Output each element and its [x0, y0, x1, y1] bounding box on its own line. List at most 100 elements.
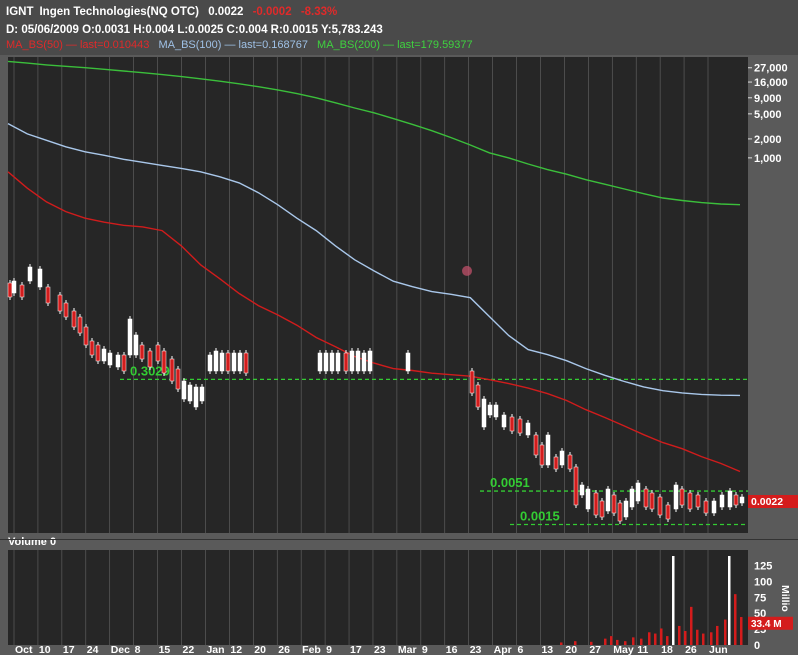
price-bar — [665, 504, 671, 520]
x-tick-label: Feb — [302, 644, 321, 655]
price-bar — [605, 488, 611, 512]
ma-marker — [462, 265, 472, 276]
price-bar — [567, 454, 573, 470]
price-bar — [7, 282, 13, 298]
x-tick-label: Apr — [494, 644, 512, 655]
price-bar — [213, 350, 219, 372]
volume-bar — [740, 617, 743, 645]
volume-bar — [632, 637, 635, 645]
price-change: -0.0002 — [252, 6, 292, 18]
price-bar — [727, 490, 733, 508]
price-bar — [329, 352, 335, 372]
volume-bar — [710, 632, 713, 645]
price-bar — [343, 352, 349, 372]
price-bar — [77, 316, 83, 334]
x-tick-label: 26 — [685, 644, 697, 655]
x-tick-label: Jan — [206, 644, 224, 655]
price-bar — [559, 450, 565, 466]
price-bar — [405, 352, 411, 372]
price-change-pct: -8.33% — [300, 6, 338, 18]
volume-unit-label: Millio — [779, 585, 791, 612]
price-bar — [687, 492, 693, 510]
volume-tick-label: 0 — [754, 640, 760, 652]
x-tick-label: Oct — [15, 644, 33, 655]
price-bar — [361, 352, 367, 372]
x-tick-label: 9 — [326, 644, 332, 655]
price-bar — [19, 284, 25, 298]
volume-bar — [678, 625, 681, 645]
volume-bar — [616, 639, 619, 645]
price-bar — [27, 266, 33, 282]
price-bar — [187, 384, 193, 402]
price-bar — [533, 434, 539, 456]
price-bar — [657, 496, 663, 516]
ma100-legend: MA_BS(100) — last=0.168767 — [158, 39, 308, 51]
price-bar — [525, 422, 531, 436]
price-bar — [739, 496, 745, 504]
price-bar — [63, 302, 69, 318]
volume-bar — [672, 556, 675, 645]
x-tick-label: 6 — [518, 644, 524, 655]
volume-bar — [690, 606, 693, 645]
price-bar — [95, 344, 101, 362]
price-bar — [139, 344, 145, 360]
price-bar — [545, 434, 551, 466]
x-tick-label: 12 — [230, 644, 242, 655]
price-bar — [237, 352, 243, 372]
x-tick-label: 27 — [589, 644, 601, 655]
price-bar — [623, 500, 629, 518]
price-bar — [649, 492, 655, 510]
price-bar — [501, 414, 507, 428]
volume-bar — [666, 636, 669, 645]
ma-legend: MA_BS(50) — last=0.010443 MA_BS(100) — l… — [6, 39, 479, 51]
price-bar — [11, 280, 17, 294]
price-bar — [199, 386, 205, 402]
volume-bar — [684, 631, 687, 645]
x-tick-label: 20 — [254, 644, 266, 655]
ohlc-line: D: 05/06/2009 O:0.0031 H:0.004 L:0.0025 … — [6, 24, 383, 36]
price-bar — [161, 350, 167, 374]
price-tick-label: 27,000 — [754, 63, 788, 75]
price-bar — [207, 354, 213, 372]
current-volume-label: 33.4 M — [751, 619, 782, 630]
price-bar — [83, 326, 89, 346]
x-tick-label: 10 — [39, 644, 51, 655]
price-bar — [553, 456, 559, 470]
ma50-legend: MA_BS(50) — last=0.010443 — [6, 39, 150, 51]
volume-bar — [590, 641, 593, 645]
volume-bar — [610, 636, 613, 645]
price-bar — [643, 488, 649, 508]
price-bar — [349, 350, 355, 372]
price-bar — [147, 350, 153, 368]
x-tick-label: 17 — [63, 644, 75, 655]
x-tick-label: 18 — [661, 644, 673, 655]
price-bar — [695, 494, 701, 508]
price-bar — [181, 380, 187, 400]
price-bar — [133, 334, 139, 356]
volume-bar — [716, 625, 719, 645]
x-tick-label: 23 — [470, 644, 482, 655]
price-bar — [517, 418, 523, 434]
x-tick-label: Mar — [398, 644, 417, 655]
price-bar — [629, 488, 635, 508]
current-price-label: 0.0022 — [751, 496, 783, 508]
price-bar — [579, 484, 585, 496]
volume-bar — [734, 594, 737, 645]
volume-bar — [640, 638, 643, 645]
price-tick-label: 1,000 — [754, 153, 782, 165]
price-bar — [703, 500, 709, 514]
x-tick-label: 24 — [87, 644, 99, 655]
x-tick-label: 17 — [350, 644, 362, 655]
price-bar — [335, 352, 341, 372]
price-bar — [673, 484, 679, 510]
price-bar — [599, 500, 605, 518]
price-bar — [231, 352, 237, 372]
x-tick-label: Jun — [709, 644, 728, 655]
x-tick-label: 23 — [374, 644, 386, 655]
x-tick-label: May — [613, 644, 634, 655]
volume-tick-label: 75 — [754, 592, 766, 604]
price-bar — [45, 286, 51, 304]
price-bar — [611, 494, 617, 514]
price-bar — [679, 488, 685, 506]
panel-divider — [0, 539, 798, 540]
